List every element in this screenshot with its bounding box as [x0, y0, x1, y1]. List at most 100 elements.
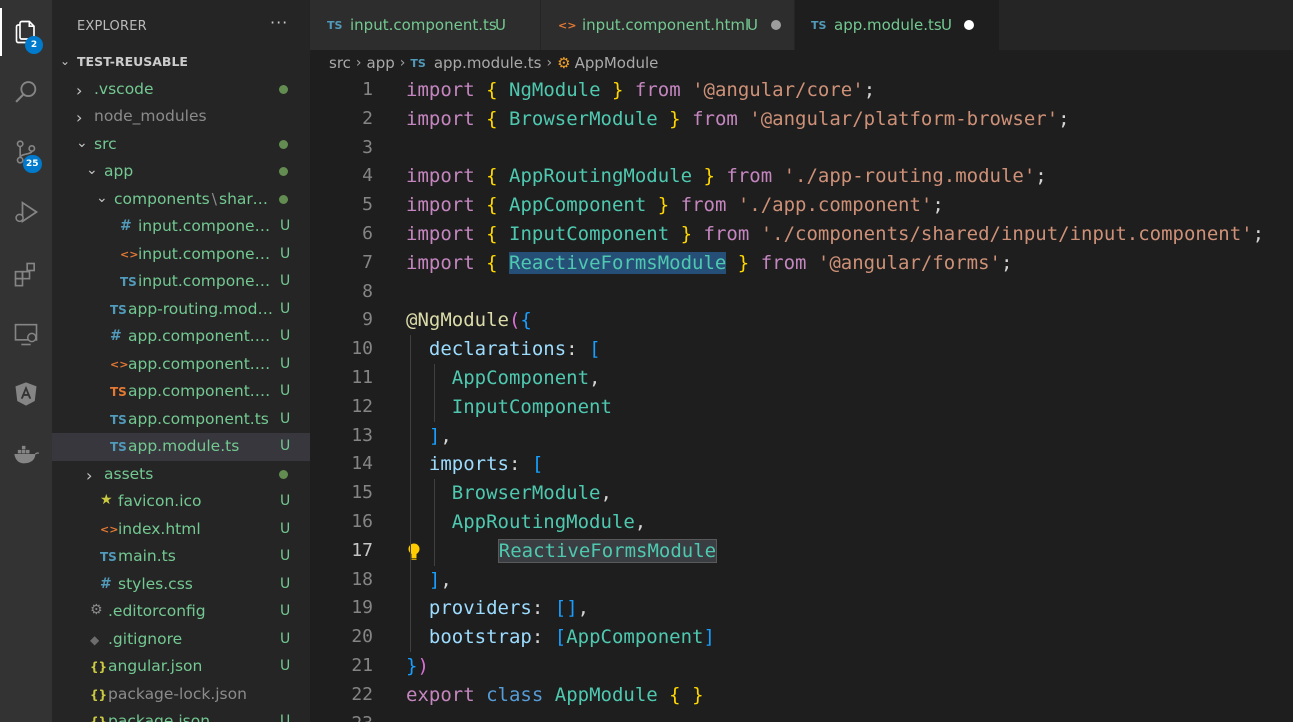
tree-item[interactable]: <> app.component.html U [52, 351, 310, 379]
docker-button[interactable] [0, 430, 52, 478]
breadcrumb-symbol[interactable]: AppModule [575, 54, 659, 72]
code-text: @NgModule({ [406, 309, 532, 332]
line-number: 12 [351, 395, 373, 417]
tree-item[interactable]: ★ favicon.ico U [52, 488, 310, 516]
line-number: 20 [351, 626, 373, 648]
tree-item[interactable]: # input.component.css U [52, 213, 310, 241]
code-line[interactable]: 9 @NgModule({ [310, 306, 1293, 335]
modified-dot-icon [279, 194, 288, 204]
code-line[interactable]: 5 import { AppComponent } from './app.com… [310, 191, 1293, 220]
code-editor[interactable]: 1 import { NgModule } from '@angular/core… [310, 76, 1293, 722]
tree-item[interactable]: {} package.json U [52, 708, 310, 722]
tab-label: app.module.ts [834, 16, 942, 34]
more-actions-icon[interactable]: ··· [270, 13, 288, 32]
code-line[interactable]: 15 BrowserModule, [310, 479, 1293, 508]
typescript-file-icon: TS [110, 440, 127, 454]
line-number: 10 [351, 338, 373, 360]
unsaved-dot-icon[interactable] [771, 20, 781, 30]
tab-input-component-html[interactable]: <> input.component.html U [541, 0, 795, 50]
code-text: imports: [ [428, 453, 544, 476]
code-line[interactable]: 20 bootstrap: [AppComponent] [310, 623, 1293, 652]
code-line[interactable]: 14 imports: [ [310, 450, 1293, 479]
code-line[interactable]: 10 declarations: [ [310, 335, 1293, 364]
path-separator: \ [211, 189, 217, 208]
code-line[interactable]: 23 [310, 710, 1293, 722]
tree-item[interactable]: <> index.html U [52, 516, 310, 544]
tree-item[interactable]: ⌄ components\shared... [52, 186, 310, 214]
tab-label: input.component.html [582, 16, 750, 34]
tree-item[interactable]: ⌄ src [52, 131, 310, 159]
code-line[interactable]: 22 export class AppModule { } [310, 681, 1293, 710]
tree-item[interactable]: ⚙ .editorconfig U [52, 598, 310, 626]
breadcrumb-src[interactable]: src [329, 54, 351, 72]
unsaved-dot-icon[interactable] [964, 20, 974, 30]
extensions-button[interactable] [0, 250, 52, 298]
tree-item-label: input.component.h... [138, 244, 274, 263]
tree-item[interactable]: TS app.component.ts U [52, 406, 310, 434]
tree-item-label: .gitignore [108, 629, 183, 648]
tree-item[interactable]: TSinput.component.ts U [52, 268, 310, 296]
breadcrumb-file[interactable]: app.module.ts [434, 54, 542, 72]
modified-dot-icon [279, 167, 288, 176]
code-line[interactable]: 21}) [310, 652, 1293, 681]
untracked-badge: U [280, 218, 291, 234]
code-line[interactable]: 19 providers: [], [310, 594, 1293, 623]
angular-button[interactable] [0, 370, 52, 418]
tree-item[interactable]: # styles.css U [52, 571, 310, 599]
tree-item-label: src [94, 134, 117, 153]
tree-item[interactable]: › assets [52, 461, 310, 489]
tree-item[interactable]: › node_modules [52, 103, 310, 131]
line-number: 19 [351, 597, 373, 619]
tree-item[interactable]: ◆ .gitignore U [52, 626, 310, 654]
chevron-right-icon: › [355, 55, 362, 71]
tree-item[interactable]: TS main.ts U [52, 543, 310, 571]
tab-app-module-ts[interactable]: TS app.module.ts U [795, 0, 1000, 50]
code-line[interactable]: 1 import { NgModule } from '@angular/core… [310, 76, 1293, 105]
remote-explorer-button[interactable] [0, 310, 52, 358]
code-line[interactable]: 13 ], [310, 422, 1293, 451]
explorer-button[interactable]: 2 [0, 8, 52, 56]
code-line[interactable]: 3 [310, 134, 1293, 163]
tree-item[interactable]: {} angular.json U [52, 653, 310, 681]
run-debug-button[interactable] [0, 188, 52, 236]
code-text: ], [428, 424, 452, 447]
typescript-icon: TS [327, 18, 343, 32]
code-line[interactable]: 2 import { BrowserModule } from '@angular… [310, 105, 1293, 134]
line-number: 1 [362, 79, 373, 100]
code-line[interactable]: 16 AppRoutingModule, [310, 508, 1293, 537]
tab-input-component-ts[interactable]: TS input.component.ts U [310, 0, 541, 50]
code-line[interactable]: 6 import { InputComponent } from './compo… [310, 220, 1293, 249]
code-text: import { BrowserModule } from '@angular/… [406, 107, 1070, 130]
source-control-button[interactable]: 25 [0, 128, 52, 176]
chevron-right-icon: › [399, 55, 406, 71]
code-line[interactable]: 7 import { ReactiveFormsModule } from '@a… [310, 249, 1293, 278]
tree-item[interactable]: › .vscode [52, 76, 310, 104]
code-line[interactable]: 12 InputComponent [310, 393, 1293, 422]
breadcrumb-app[interactable]: app [367, 54, 395, 72]
json-file-icon: {} [90, 715, 108, 722]
tree-item[interactable]: ⌄ app [52, 158, 310, 186]
code-line[interactable]: 11 AppComponent, [310, 364, 1293, 393]
tree-item-label: index.html [118, 519, 201, 538]
tree-item[interactable]: TSapp.component.spe... U [52, 378, 310, 406]
tree-item[interactable]: {} package-lock.json [52, 681, 310, 709]
explorer-header: EXPLORER ··· [52, 0, 310, 52]
tree-item[interactable]: TS app.module.ts U [52, 433, 310, 461]
code-line[interactable]: 8 [310, 278, 1293, 307]
ellipsis: ... [272, 190, 274, 208]
code-line[interactable]: 18 ], [310, 566, 1293, 595]
tree-item-label: angular.json [108, 657, 203, 675]
tree-item[interactable]: TSapp-routing.module... U [52, 296, 310, 324]
typescript-file-icon: TS [100, 550, 117, 564]
chevron-down-icon: ⌄ [86, 162, 98, 178]
code-line[interactable]: 17 ReactiveFormsModule [310, 537, 1293, 566]
code-text: BrowserModule, [451, 482, 612, 505]
code-line[interactable]: 4 import { AppRoutingModule } from './app… [310, 162, 1293, 191]
tree-item-label: .editorconfig [108, 602, 206, 620]
tree-item[interactable]: # app.component.css U [52, 323, 310, 351]
workspace-root[interactable]: ⌄ TEST-REUSABLE [52, 48, 310, 76]
tree-item[interactable]: <>input.component.h... U [52, 241, 310, 269]
indent-guide [434, 479, 435, 566]
tree-item-label: package.json [108, 712, 211, 722]
search-button[interactable] [0, 68, 52, 116]
